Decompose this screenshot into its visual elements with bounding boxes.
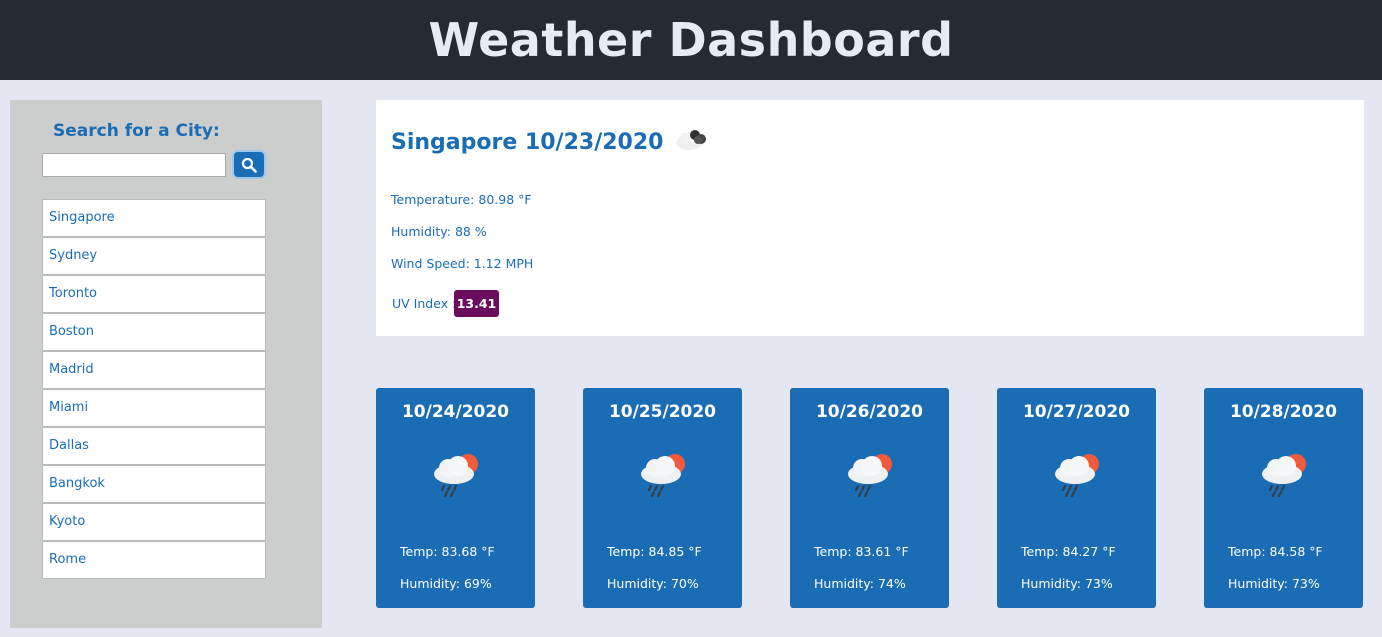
city-item-kyoto[interactable]: Kyoto <box>42 503 266 541</box>
city-item-miami[interactable]: Miami <box>42 389 266 427</box>
rain-sun-icon <box>1256 448 1312 504</box>
rain-sun-icon <box>635 448 691 504</box>
page-title: Weather Dashboard <box>428 13 954 67</box>
city-search-input[interactable] <box>42 153 226 177</box>
forecast-date: 10/25/2020 <box>608 402 717 422</box>
current-weather-card: Singapore 10/23/2020 Temperature: 80.98 … <box>376 100 1364 336</box>
forecast-card: 10/25/2020 Temp: 84.85 °F Humidity: 70% <box>583 388 742 608</box>
city-item-singapore[interactable]: Singapore <box>42 199 266 237</box>
city-item-dallas[interactable]: Dallas <box>42 427 266 465</box>
forecast-temp: Temp: 84.85 °F <box>607 544 702 559</box>
forecast-humidity: Humidity: 69% <box>400 576 492 591</box>
search-icon <box>241 157 257 173</box>
search-title: Search for a City: <box>53 121 220 141</box>
rain-sun-icon <box>428 448 484 504</box>
forecast-card: 10/26/2020 Temp: 83.61 °F Humidity: 74% <box>790 388 949 608</box>
current-temperature: Temperature: 80.98 °F <box>391 192 532 207</box>
forecast-card: 10/27/2020 Temp: 84.27 °F Humidity: 73% <box>997 388 1156 608</box>
city-item-rome[interactable]: Rome <box>42 541 266 579</box>
current-weather-heading: Singapore 10/23/2020 <box>391 126 709 158</box>
forecast-date: 10/27/2020 <box>1022 402 1131 422</box>
forecast-temp: Temp: 84.27 °F <box>1021 544 1116 559</box>
city-item-sydney[interactable]: Sydney <box>42 237 266 275</box>
current-humidity: Humidity: 88 % <box>391 224 487 239</box>
forecast-date: 10/24/2020 <box>401 402 510 422</box>
city-item-madrid[interactable]: Madrid <box>42 351 266 389</box>
city-history-list: Singapore Sydney Toronto Boston Madrid M… <box>42 199 266 579</box>
search-sidebar: Search for a City: Singapore Sydney Toro… <box>10 100 322 628</box>
forecast-humidity: Humidity: 70% <box>607 576 699 591</box>
city-item-toronto[interactable]: Toronto <box>42 275 266 313</box>
uv-index-label: UV Index : <box>392 296 457 311</box>
rain-sun-icon <box>1049 448 1105 504</box>
rain-sun-icon <box>842 448 898 504</box>
forecast-humidity: Humidity: 74% <box>814 576 906 591</box>
forecast-humidity: Humidity: 73% <box>1021 576 1113 591</box>
forecast-card: 10/28/2020 Temp: 84.58 °F Humidity: 73% <box>1204 388 1363 608</box>
forecast-humidity: Humidity: 73% <box>1228 576 1320 591</box>
forecast-card: 10/24/2020 Temp: 83.68 °F Humidity: 69% <box>376 388 535 608</box>
forecast-date: 10/26/2020 <box>815 402 924 422</box>
forecast-temp: Temp: 83.68 °F <box>400 544 495 559</box>
forecast-temp: Temp: 83.61 °F <box>814 544 909 559</box>
scattered-clouds-icon <box>673 126 709 158</box>
current-city-date: Singapore 10/23/2020 <box>391 129 664 155</box>
uv-index-badge: 13.41 <box>454 290 499 317</box>
current-wind-speed: Wind Speed: 1.12 MPH <box>391 256 534 271</box>
app-header: Weather Dashboard <box>0 0 1382 80</box>
forecast-date: 10/28/2020 <box>1229 402 1338 422</box>
search-button[interactable] <box>234 152 264 177</box>
city-item-boston[interactable]: Boston <box>42 313 266 351</box>
city-item-bangkok[interactable]: Bangkok <box>42 465 266 503</box>
forecast-temp: Temp: 84.58 °F <box>1228 544 1323 559</box>
